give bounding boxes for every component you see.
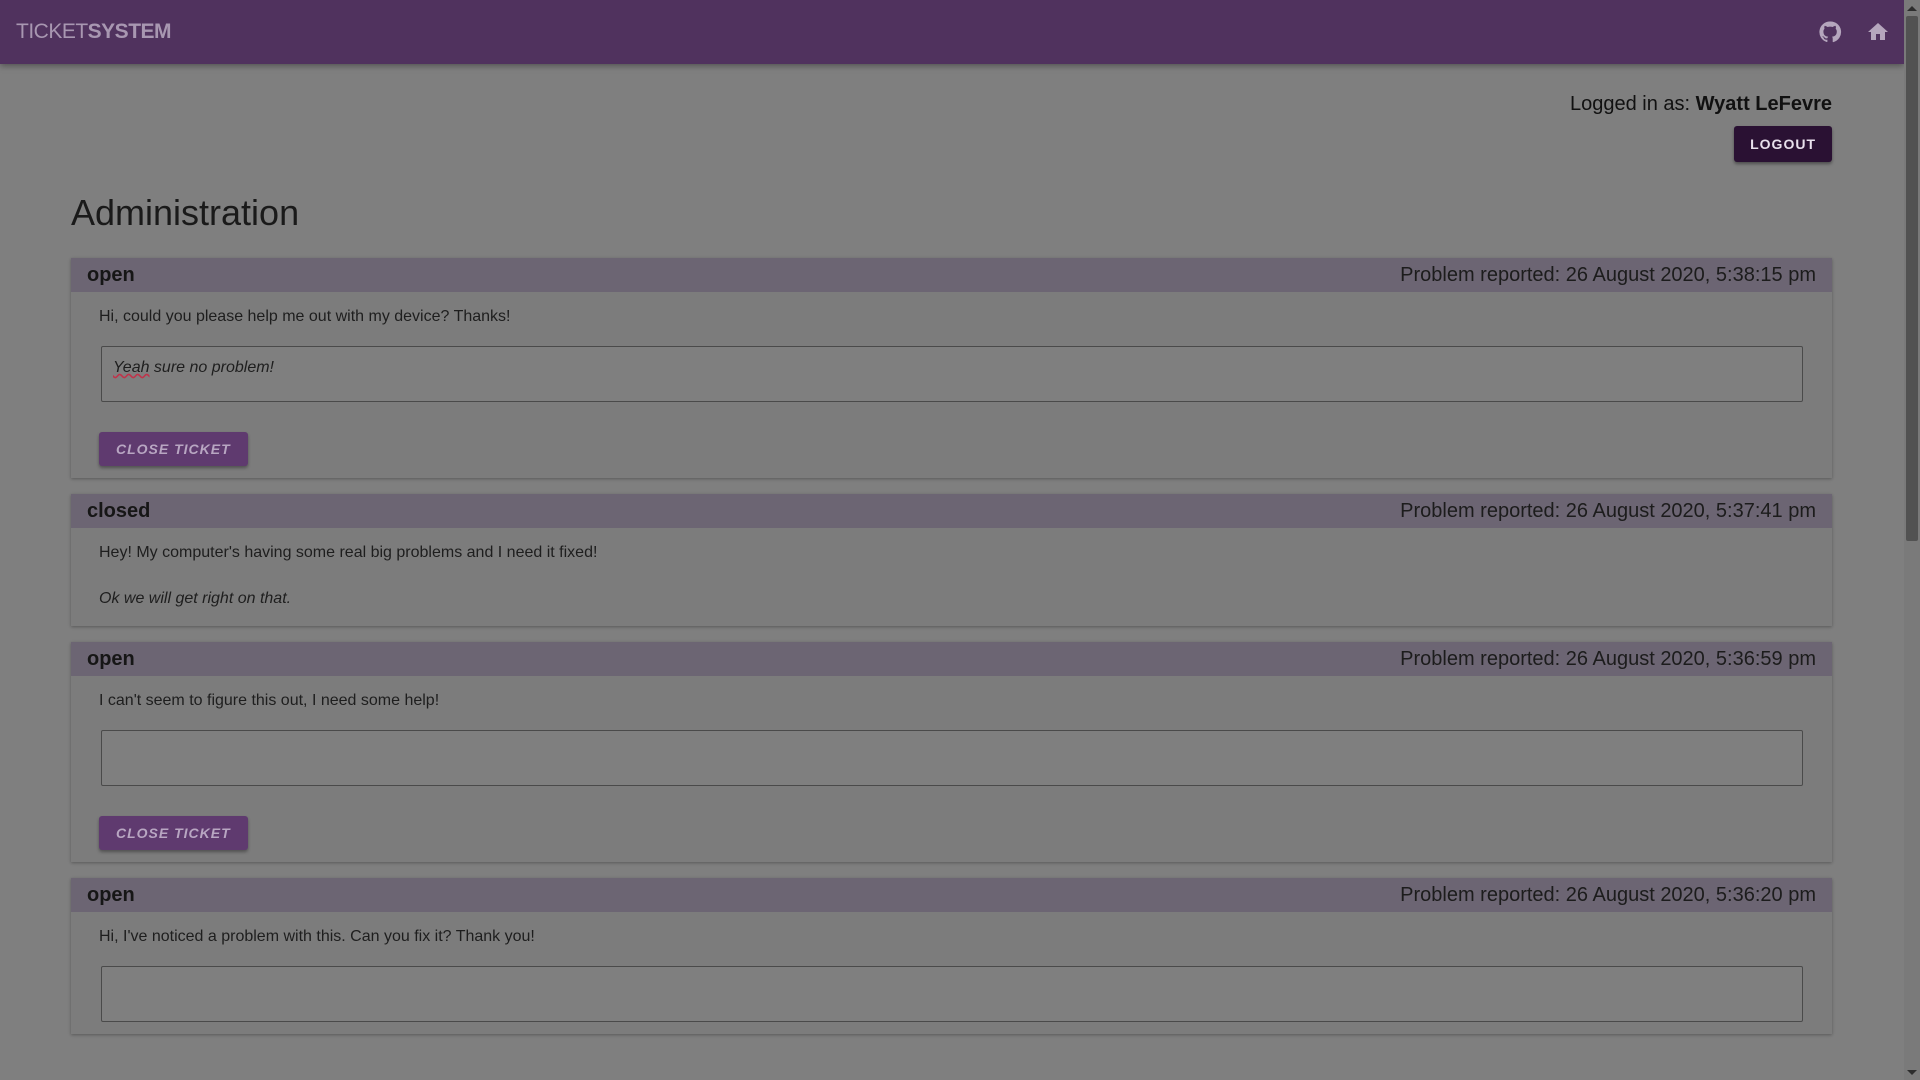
github-icon[interactable] <box>1818 20 1842 44</box>
scroll-down-arrow[interactable] <box>1904 1064 1920 1080</box>
ticket-card: open Problem reported: 26 August 2020, 5… <box>71 878 1832 1034</box>
ticket-status: open <box>87 883 135 906</box>
ticket-reported-date: Problem reported: 26 August 2020, 5:36:5… <box>1400 647 1816 670</box>
ticket-header: closed Problem reported: 26 August 2020,… <box>71 494 1832 528</box>
ticket-card: open Problem reported: 26 August 2020, 5… <box>71 642 1832 862</box>
ticket-status: closed <box>87 499 151 522</box>
ticket-card: closed Problem reported: 26 August 2020,… <box>71 494 1832 626</box>
user-name: Wyatt LeFevre <box>1695 93 1832 115</box>
page-title: Administration <box>71 192 300 233</box>
ticket-reported-date: Problem reported: 26 August 2020, 5:37:4… <box>1400 499 1816 522</box>
ticket-status: open <box>87 647 135 670</box>
logged-in-label: Logged in as: <box>1569 93 1691 115</box>
close-ticket-button[interactable]: CLOSE TICKET <box>99 816 248 850</box>
ticket-body: Hey! My computer's having some real big … <box>71 528 1832 626</box>
close-ticket-button[interactable]: CLOSE TICKET <box>99 432 248 466</box>
ticket-body: Hi, could you please help me out with my… <box>71 292 1832 478</box>
brand-text-ticket: TICKET <box>16 20 88 43</box>
reply-input-word: Yeah <box>113 359 150 376</box>
brand-logo[interactable]: TICKETSYSTEM <box>16 20 172 44</box>
ticket-reply: Ok we will get right on that. <box>99 590 292 607</box>
ticket-header: open Problem reported: 26 August 2020, 5… <box>71 642 1832 676</box>
brand-text-system: SYSTEM <box>87 20 172 43</box>
ticket-card: open Problem reported: 26 August 2020, 5… <box>71 258 1832 478</box>
reply-input[interactable] <box>101 966 1803 1022</box>
reply-input-text: sure no problem! <box>149 359 274 376</box>
ticket-header: open Problem reported: 26 August 2020, 5… <box>71 258 1832 292</box>
ticket-reported-date: Problem reported: 26 August 2020, 5:38:1… <box>1400 263 1816 286</box>
reply-input[interactable]: Yeah sure no problem! <box>101 346 1803 402</box>
ticket-header: open Problem reported: 26 August 2020, 5… <box>71 878 1832 912</box>
nav-icons <box>1818 20 1890 44</box>
scroll-thumb[interactable] <box>1906 16 1918 541</box>
user-info: Logged in as: Wyatt LeFevre LOGOUT <box>1412 92 1832 162</box>
logout-button[interactable]: LOGOUT <box>1734 126 1832 162</box>
ticket-status: open <box>87 263 135 286</box>
ticket-body: Hi, I've noticed a problem with this. Ca… <box>71 912 1832 1034</box>
ticket-body: I can't seem to figure this out, I need … <box>71 676 1832 862</box>
ticket-list: open Problem reported: 26 August 2020, 5… <box>71 258 1832 1050</box>
ticket-message: Hey! My computer's having some real big … <box>99 544 598 561</box>
logged-in-line: Logged in as: Wyatt LeFevre <box>1412 92 1832 116</box>
top-navbar: TICKETSYSTEM <box>0 0 1904 64</box>
reply-input[interactable] <box>101 730 1803 786</box>
ticket-message: Hi, could you please help me out with my… <box>99 308 511 325</box>
page-scrollbar[interactable] <box>1904 0 1920 1080</box>
scroll-up-arrow[interactable] <box>1904 0 1920 16</box>
home-icon[interactable] <box>1866 20 1890 44</box>
ticket-message: Hi, I've noticed a problem with this. Ca… <box>99 928 535 945</box>
ticket-reported-date: Problem reported: 26 August 2020, 5:36:2… <box>1400 883 1816 906</box>
ticket-message: I can't seem to figure this out, I need … <box>99 692 440 709</box>
